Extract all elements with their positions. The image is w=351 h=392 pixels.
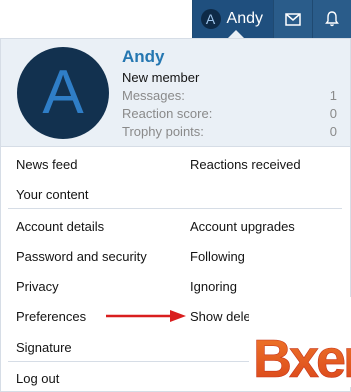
top-navigation-bar: A Andy: [0, 0, 351, 38]
username-label: Andy: [226, 10, 263, 27]
red-arrow-annotation: [106, 310, 186, 322]
user-title: New member: [122, 70, 200, 85]
menu-ignoring[interactable]: Ignoring: [190, 279, 237, 294]
menu-signature[interactable]: Signature: [16, 340, 72, 355]
menu-password-security[interactable]: Password and security: [16, 249, 147, 264]
stat-value: 1: [329, 88, 337, 103]
menu-privacy[interactable]: Privacy: [16, 279, 59, 294]
menu-news-feed[interactable]: News feed: [16, 157, 77, 172]
menu-following[interactable]: Following: [190, 249, 245, 264]
user-avatar-small: A: [200, 9, 221, 29]
menu-preferences[interactable]: Preferences: [16, 309, 86, 324]
stat-value: 0: [329, 106, 337, 121]
avatar[interactable]: A: [17, 47, 109, 139]
menu-log-out[interactable]: Log out: [16, 371, 59, 386]
alerts-button[interactable]: [312, 0, 351, 38]
stat-label: Trophy points:: [122, 124, 204, 139]
profile-name-link[interactable]: Andy: [122, 47, 165, 67]
stat-messages: Messages: 1: [122, 88, 337, 106]
stat-value: 0: [329, 124, 337, 139]
inbox-button[interactable]: [273, 0, 312, 38]
menu-account-details[interactable]: Account details: [16, 219, 104, 234]
menu-account-upgrades[interactable]: Account upgrades: [190, 219, 295, 234]
menu-divider: [8, 208, 342, 209]
bell-icon: [325, 11, 339, 27]
menu-show-deleted[interactable]: Show dele: [190, 309, 251, 324]
account-nav-group: A Andy: [191, 0, 351, 38]
stat-label: Reaction score:: [122, 106, 213, 121]
svg-text:Bxen: Bxen: [253, 329, 351, 387]
menu-reactions-received[interactable]: Reactions received: [190, 157, 301, 172]
watermark-area: Bxen: [249, 297, 351, 387]
envelope-icon: [285, 12, 301, 26]
bxen-watermark-logo: Bxen: [253, 329, 351, 387]
stat-label: Messages:: [122, 88, 185, 103]
profile-summary: A Andy New member Messages: 1 Reaction s…: [1, 39, 350, 147]
stat-trophy-points: Trophy points: 0: [122, 124, 337, 142]
menu-your-content[interactable]: Your content: [16, 187, 89, 202]
menu-caret: [228, 30, 244, 38]
stat-reaction-score: Reaction score: 0: [122, 106, 337, 124]
